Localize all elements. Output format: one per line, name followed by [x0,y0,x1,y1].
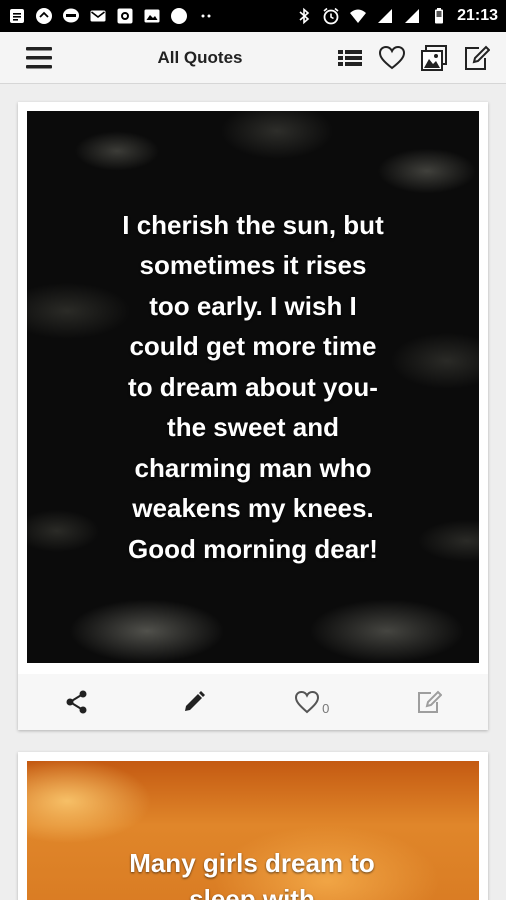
list-button[interactable] [334,42,366,74]
heart-icon [378,45,406,70]
share-button[interactable] [18,674,136,730]
more-dots-icon [197,7,215,25]
status-left [8,7,215,25]
favorites-button[interactable] [376,42,408,74]
alarm-icon [322,7,340,25]
write-quote-button[interactable] [460,42,492,74]
like-button[interactable]: 0 [253,674,371,730]
image-icon [421,45,447,71]
heart-icon [295,690,320,714]
edit-icon [465,45,490,70]
status-right: 21:13 [295,7,498,25]
image-quotes-button[interactable] [418,42,450,74]
app-bar-actions [334,42,492,74]
circle-icon [170,7,188,25]
line-icon [62,7,80,25]
mail-icon [89,7,107,25]
status-time: 21:13 [457,7,498,24]
like-count: 0 [322,700,330,716]
edit-quote-button[interactable] [136,674,254,730]
app-bar: All Quotes [0,32,506,84]
edit-icon [418,690,443,713]
write-button[interactable] [371,674,489,730]
bluetooth-icon [295,7,313,25]
chat-icon [35,7,53,25]
card-actions: 0 [18,674,488,730]
pencil-icon [185,691,206,711]
signal-icon [403,7,421,25]
photo-icon [116,7,134,25]
share-icon [66,690,87,714]
list-icon [338,50,362,66]
notification-list-icon [8,7,26,25]
battery-icon [430,7,448,25]
gallery-icon [143,7,161,25]
quote-text: I cherish the sun, but sometimes it rise… [122,209,384,564]
quote-text: Many girls dream to sleep with [129,848,375,900]
quote-card: I cherish the sun, but sometimes it rise… [18,102,488,730]
quote-card: Many girls dream to sleep with [18,752,488,900]
wifi-icon [349,7,367,25]
status-bar: 21:13 [0,0,506,32]
signal-icon [376,7,394,25]
quote-image[interactable]: Many girls dream to sleep with [27,761,479,900]
quote-image[interactable]: I cherish the sun, but sometimes it rise… [27,111,479,663]
